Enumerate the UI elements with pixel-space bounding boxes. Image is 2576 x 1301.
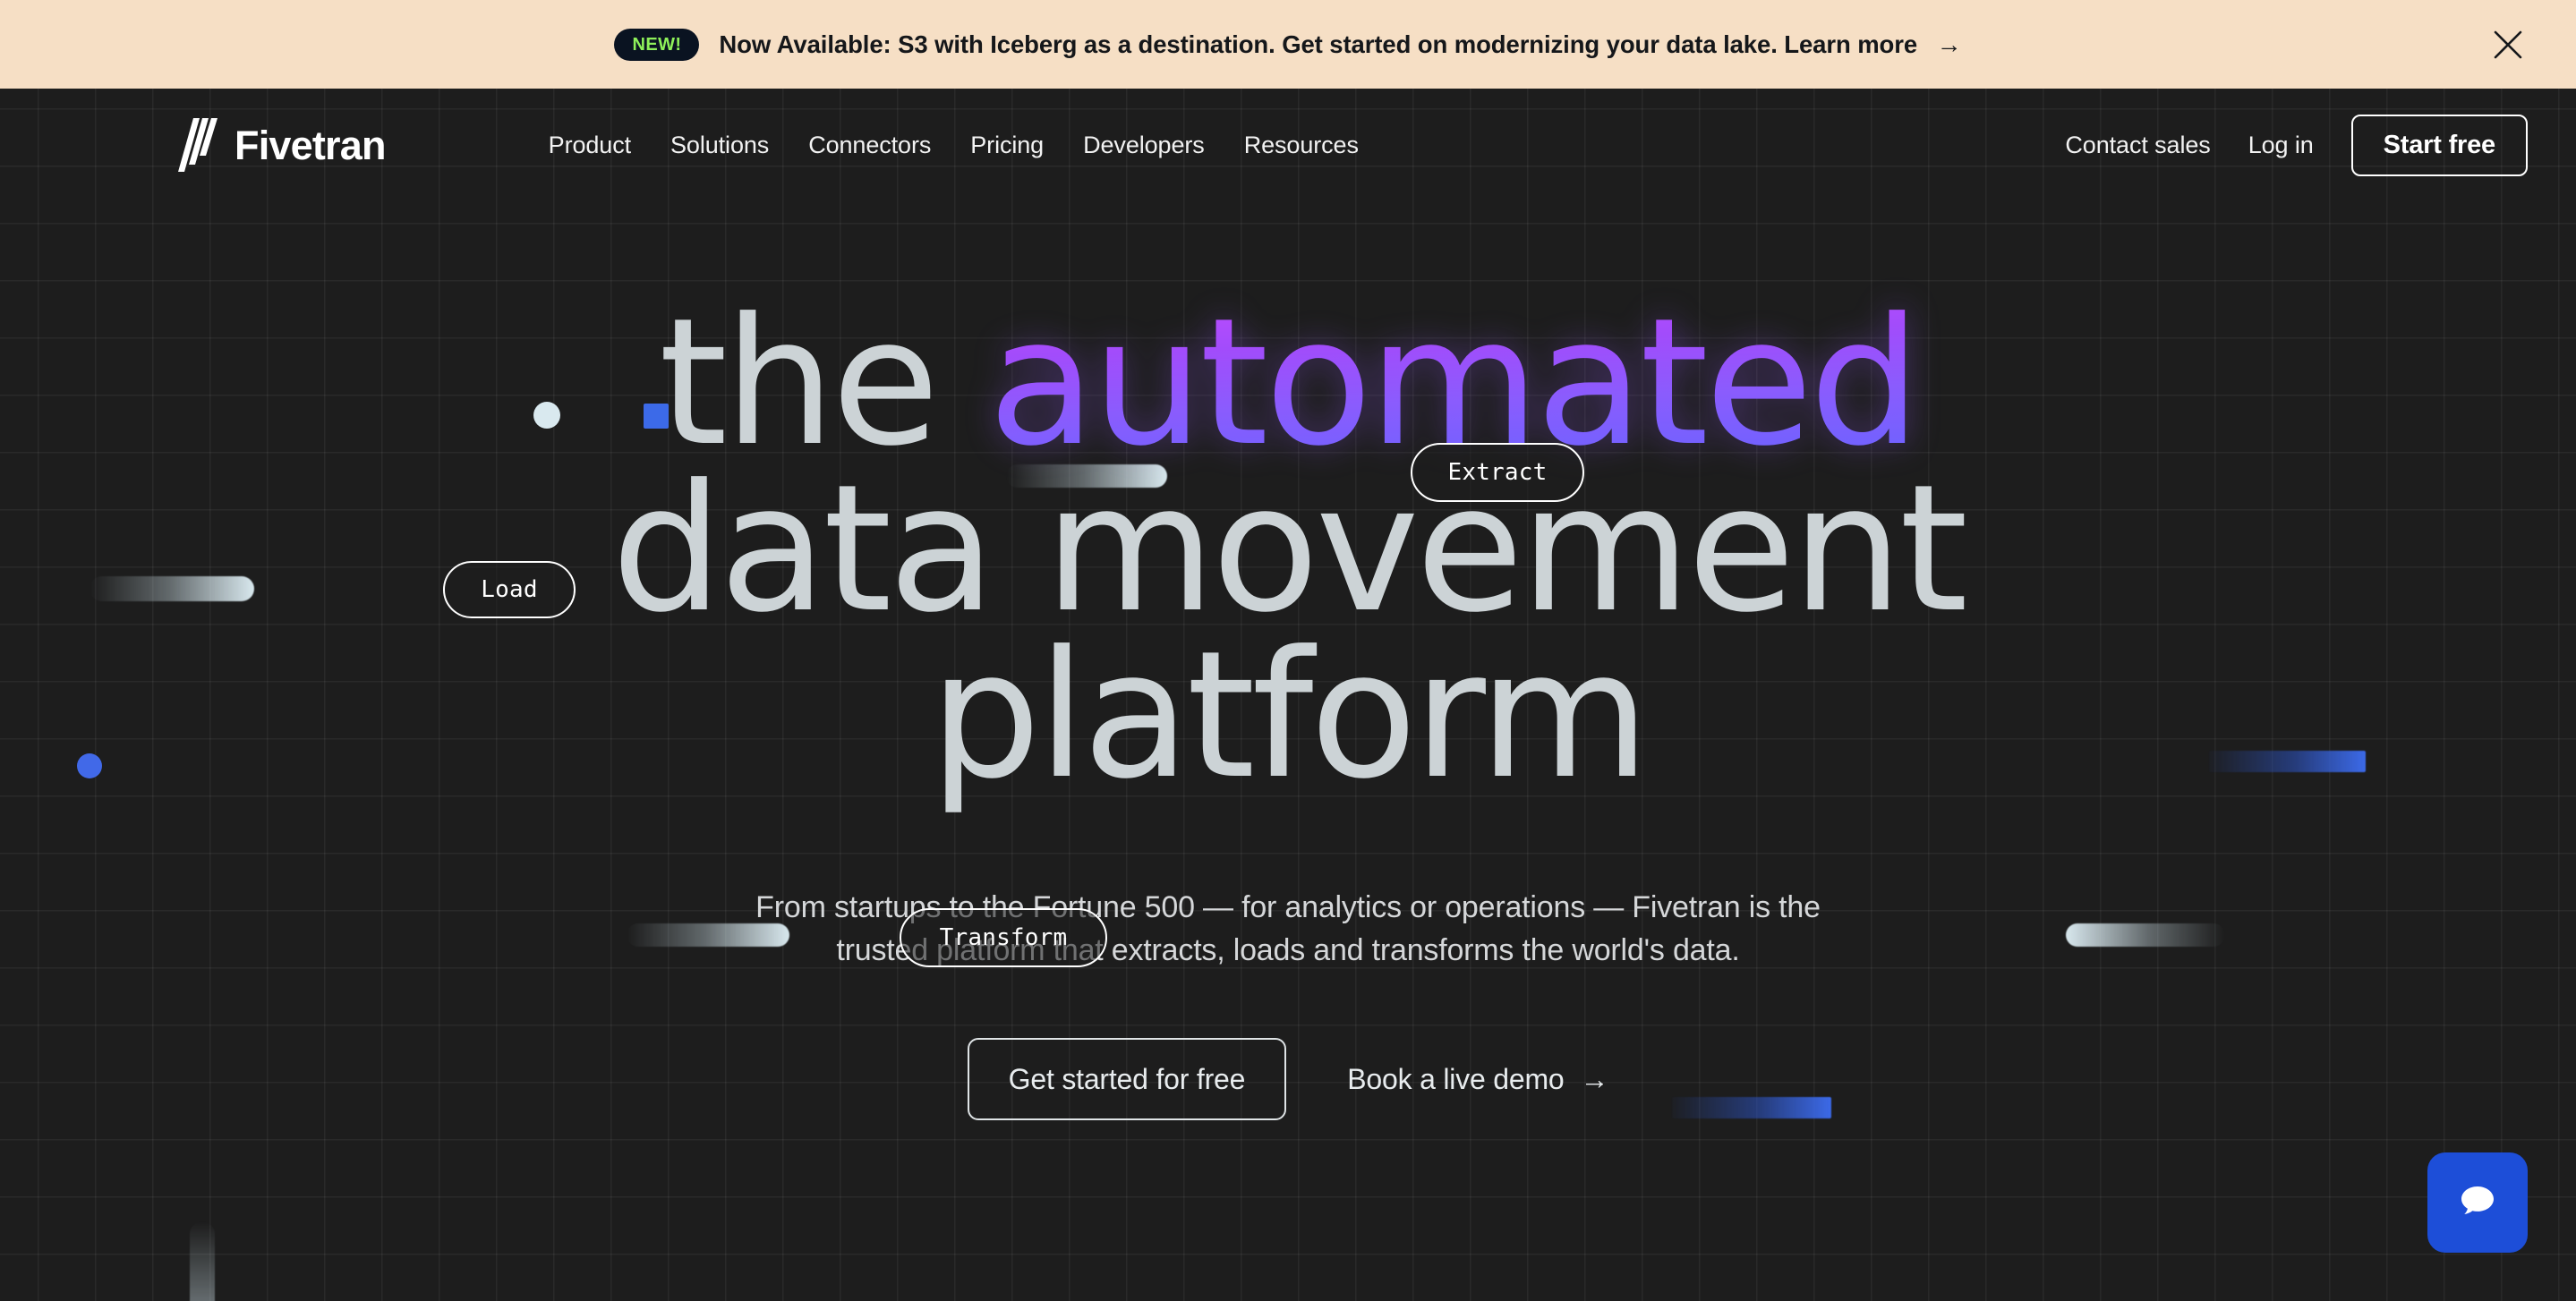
hero-subcopy: From startups to the Fortune 500 — for a… [572,886,2004,973]
log-in-link[interactable]: Log in [2248,132,2314,159]
pill-extract-label: Extract [1447,459,1548,486]
page-title: the automated data movement platform [0,295,2576,819]
new-badge: NEW! [614,28,700,61]
nav-item-resources[interactable]: Resources [1244,132,1359,159]
headline-line-2: data movement [611,447,1968,652]
main-navigation: Fivetran Product Solutions Connectors Pr… [0,89,2576,201]
chat-widget-button[interactable] [2427,1152,2528,1253]
announcement-banner: NEW! Now Available: S3 with Iceberg as a… [0,0,2576,89]
arrow-right-icon: → [1580,1062,1609,1095]
contact-sales-link[interactable]: Contact sales [2065,132,2210,159]
pill-load[interactable]: Load [443,561,576,618]
nav-links: Product Solutions Connectors Pricing Dev… [549,132,1359,159]
pill-load-label: Load [481,576,538,603]
pill-transform[interactable]: Transform [900,908,1107,967]
chat-bubble-icon [2452,1176,2503,1230]
nav-item-developers[interactable]: Developers [1083,132,1205,159]
get-started-free-button[interactable]: Get started for free [967,1038,1287,1121]
decor-comet-mid-right [2066,923,2225,947]
nav-item-pricing[interactable]: Pricing [970,132,1044,159]
headline-line-1: the automated [0,295,2576,471]
fivetran-logo-text: Fivetran [235,122,386,168]
start-free-button[interactable]: Start free [2350,114,2528,176]
headline-line-3: platform [929,614,1651,819]
decor-comet-vertical-left [190,1221,215,1301]
nav-item-solutions[interactable]: Solutions [670,132,769,159]
close-icon[interactable] [2488,25,2528,64]
nav-actions: Contact sales Log in Start free [2065,114,2528,176]
pill-transform-label: Transform [939,924,1068,951]
arrow-right-icon: → [1936,30,1962,58]
hero-cta-row: Get started for free Book a live demo → [0,1038,2576,1121]
hero-headline: the automated data movement platform [0,295,2576,819]
hero-section: Extract Load Transform Fivetran Product … [0,89,2576,1301]
fivetran-logo[interactable]: Fivetran [175,118,386,172]
pill-extract[interactable]: Extract [1411,443,1584,502]
announcement-message[interactable]: Now Available: S3 with Iceberg as a dest… [719,30,1961,59]
nav-item-connectors[interactable]: Connectors [808,132,931,159]
book-live-demo-label: Book a live demo [1347,1062,1565,1095]
book-live-demo-link[interactable]: Book a live demo → [1347,1063,1608,1096]
nav-item-product[interactable]: Product [549,132,631,159]
announcement-content[interactable]: NEW! Now Available: S3 with Iceberg as a… [614,28,1962,61]
announcement-message-text: Now Available: S3 with Iceberg as a dest… [719,30,1918,58]
fivetran-logo-mark [175,118,220,172]
